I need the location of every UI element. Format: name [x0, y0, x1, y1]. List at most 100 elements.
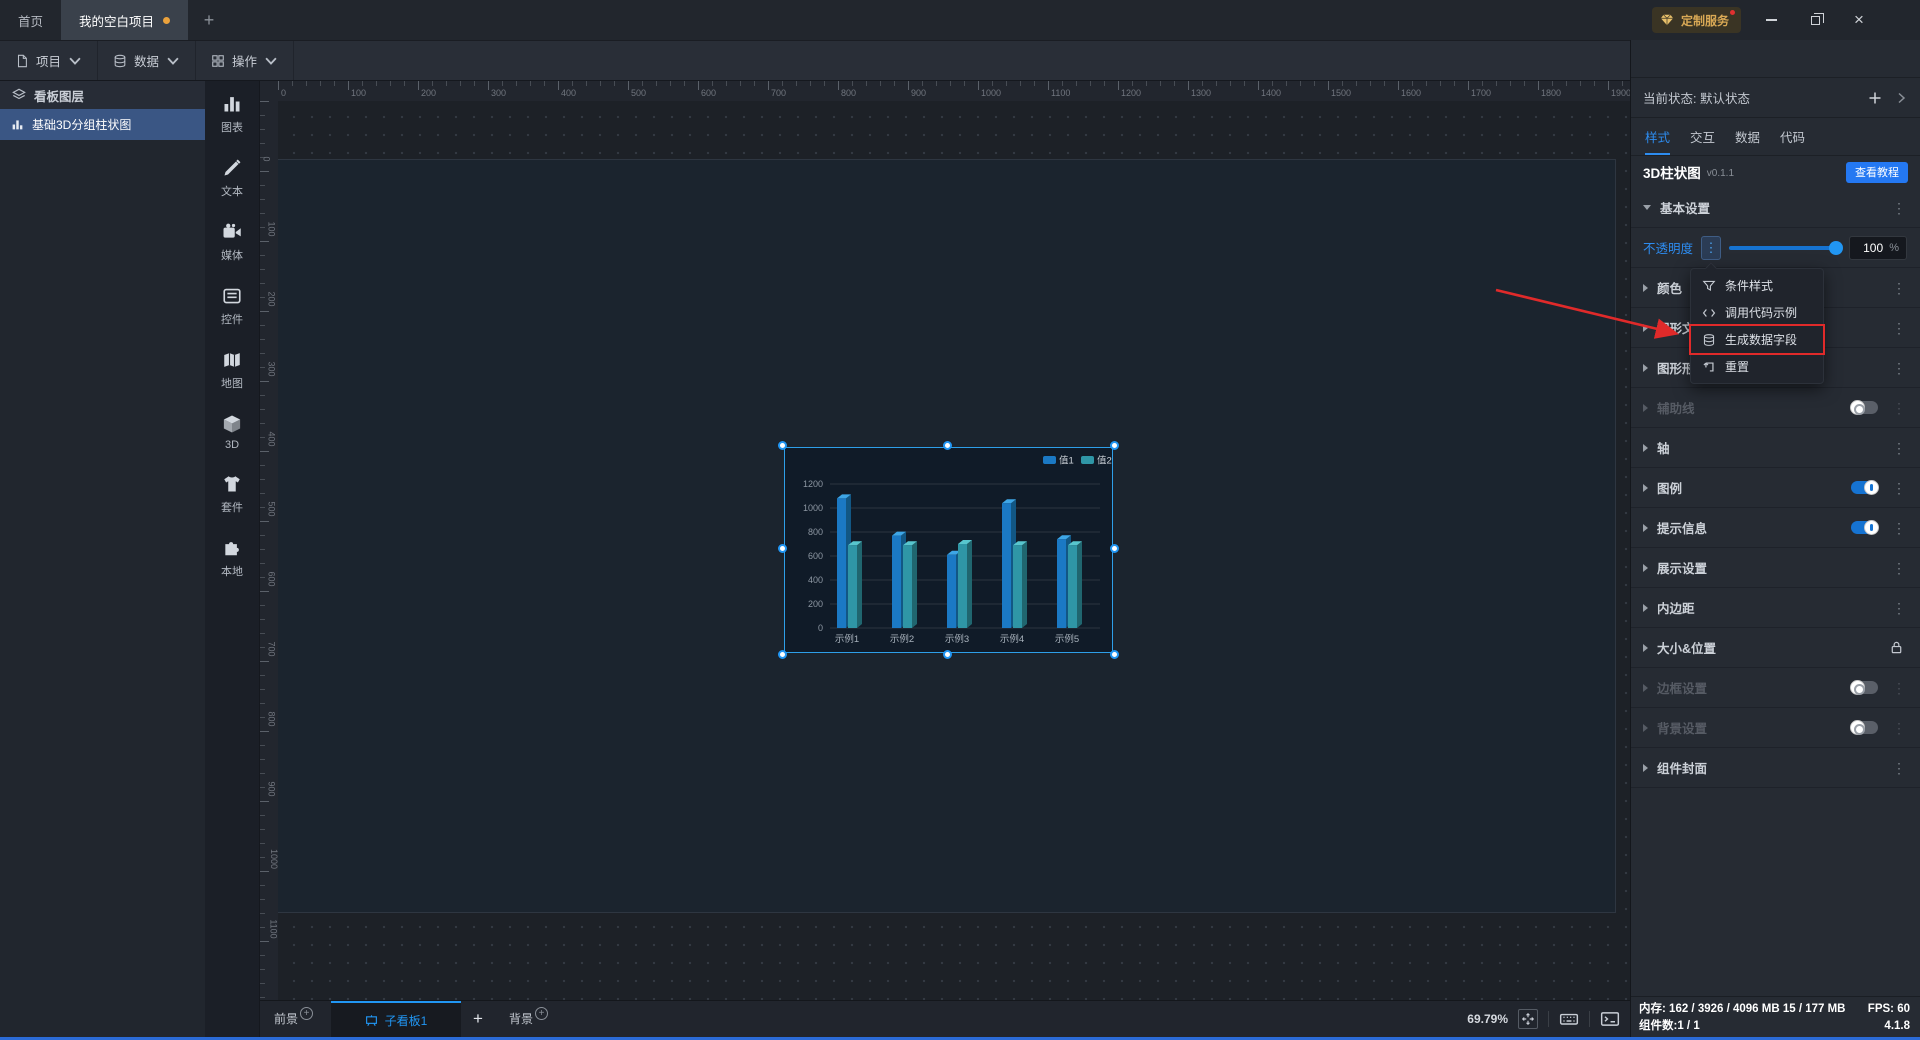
tutorial-button[interactable]: 查看教程: [1846, 161, 1908, 183]
section-menu-icon[interactable]: ⋮: [1888, 281, 1910, 295]
background-button[interactable]: 背景 +: [495, 1001, 558, 1037]
dock-item-套件[interactable]: 套件: [221, 474, 243, 515]
add-foreground-icon[interactable]: +: [300, 1007, 314, 1020]
section-menu-icon[interactable]: ⋮: [1888, 441, 1910, 455]
chevron-right-icon[interactable]: [1643, 683, 1648, 692]
section-menu-icon[interactable]: ⋮: [1888, 721, 1910, 735]
dock-item-图表[interactable]: 图表: [221, 94, 243, 135]
section-row-组件封面[interactable]: 组件封面 ⋮: [1631, 748, 1920, 788]
section-menu-icon[interactable]: ⋮: [1888, 481, 1910, 495]
opacity-menu-button[interactable]: ⋮: [1701, 235, 1721, 260]
chevron-right-icon[interactable]: [1643, 643, 1648, 652]
section-menu-icon[interactable]: ⋮: [1888, 561, 1910, 575]
opacity-slider[interactable]: [1729, 240, 1843, 255]
chevron-right-icon[interactable]: [1643, 603, 1648, 612]
context-menu-item-label: 重置: [1725, 360, 1750, 374]
section-menu-icon[interactable]: ⋮: [1888, 201, 1910, 215]
add-subboard-button[interactable]: +: [461, 1001, 495, 1037]
section-row-内边距[interactable]: 内边距 ⋮: [1631, 588, 1920, 628]
opacity-input[interactable]: 100%: [1849, 235, 1907, 260]
console-icon[interactable]: [1600, 1009, 1620, 1029]
chart-widget[interactable]: 0 200 400 600 800 1000 1200 示例1 示例2 示例3 示例4 示例5 值1 值2: [778, 441, 1119, 659]
menu-项目[interactable]: 项目: [0, 41, 99, 80]
section-row-轴[interactable]: 轴 ⋮: [1631, 428, 1920, 468]
section-toggle[interactable]: [1850, 400, 1878, 415]
section-toggle[interactable]: [1850, 680, 1878, 695]
section-row-展示设置[interactable]: 展示设置 ⋮: [1631, 548, 1920, 588]
context-menu-item-生成数据字段[interactable]: 生成数据字段: [1689, 324, 1825, 355]
new-tab-button[interactable]: +: [188, 0, 230, 40]
section-menu-icon[interactable]: ⋮: [1888, 321, 1910, 335]
inspector-tab-样式[interactable]: 样式: [1645, 118, 1671, 155]
project-tab[interactable]: 首页: [0, 0, 61, 40]
menu-数据[interactable]: 数据: [98, 41, 197, 80]
section-toggle[interactable]: [1851, 520, 1879, 535]
chevron-right-icon[interactable]: [1643, 723, 1648, 732]
context-menu-item-条件样式[interactable]: 条件样式: [1691, 272, 1823, 299]
resize-handle-middle-right[interactable]: [1110, 544, 1119, 553]
section-row-图例[interactable]: 图例 ⋮: [1631, 468, 1920, 508]
layer-item-selected[interactable]: 基础3D分组柱状图: [0, 109, 205, 140]
chevron-right-icon[interactable]: [1643, 483, 1648, 492]
section-menu-icon[interactable]: ⋮: [1888, 681, 1910, 695]
lock-icon[interactable]: [1889, 640, 1904, 655]
section-row-背景设置[interactable]: 背景设置 ⋮: [1631, 708, 1920, 748]
keyboard-shortcuts-icon[interactable]: [1559, 1009, 1579, 1029]
slider-knob[interactable]: [1829, 240, 1843, 255]
section-row-基本设置[interactable]: 基本设置 ⋮: [1631, 188, 1920, 228]
context-menu-item-重置[interactable]: 重置: [1691, 353, 1823, 380]
section-menu-icon[interactable]: ⋮: [1888, 361, 1910, 375]
section-menu-icon[interactable]: ⋮: [1888, 401, 1910, 415]
section-menu-icon[interactable]: ⋮: [1888, 601, 1910, 615]
subboard-tab-active[interactable]: 子看板1: [331, 1001, 462, 1037]
section-toggle[interactable]: [1851, 480, 1879, 495]
custom-service-button[interactable]: 定制服务: [1652, 7, 1742, 33]
dock-item-地图[interactable]: 地图: [221, 350, 243, 391]
dock-item-文本[interactable]: 文本: [221, 158, 243, 199]
dock-item-控件[interactable]: 控件: [221, 286, 243, 327]
add-state-icon[interactable]: [1868, 91, 1882, 105]
section-row-大小&位置[interactable]: 大小&位置: [1631, 628, 1920, 668]
chevron-right-icon[interactable]: [1643, 283, 1648, 292]
minimize-button[interactable]: [1752, 0, 1790, 40]
foreground-button[interactable]: 前景 +: [260, 1001, 323, 1037]
section-toggle[interactable]: [1850, 720, 1878, 735]
chevron-right-icon[interactable]: [1643, 363, 1648, 372]
chevron-right-icon[interactable]: [1643, 563, 1648, 572]
section-row-边框设置[interactable]: 边框设置 ⋮: [1631, 668, 1920, 708]
context-menu-item-调用代码示例[interactable]: 调用代码示例: [1691, 299, 1823, 326]
chevron-down-icon[interactable]: [1643, 205, 1651, 210]
section-row-提示信息[interactable]: 提示信息 ⋮: [1631, 508, 1920, 548]
ruler-label: 1400: [1261, 88, 1282, 98]
chevron-right-icon[interactable]: [1643, 523, 1648, 532]
restore-button[interactable]: [1796, 0, 1834, 40]
dock-item-本地[interactable]: 本地: [221, 538, 243, 579]
dock-item-媒体[interactable]: 媒体: [221, 222, 243, 263]
expand-states-icon[interactable]: [1894, 91, 1908, 105]
chevron-right-icon[interactable]: [1643, 443, 1648, 452]
inspector-tab-代码[interactable]: 代码: [1780, 118, 1805, 155]
resize-handle-top-right[interactable]: [1110, 441, 1119, 450]
resize-handle-middle-left[interactable]: [778, 544, 787, 553]
menu-操作[interactable]: 操作: [196, 41, 295, 80]
resize-handle-bottom-left[interactable]: [778, 650, 787, 659]
fit-screen-icon[interactable]: [1518, 1009, 1538, 1029]
inspector-tab-数据[interactable]: 数据: [1735, 118, 1760, 155]
canvas-view[interactable]: 0 200 400 600 800 1000 1200 示例1 示例2 示例3 示例4 示例5 值1 值2: [278, 101, 1630, 1000]
project-tab[interactable]: 我的空白项目: [61, 0, 189, 40]
dock-item-3D[interactable]: 3D: [222, 414, 242, 451]
design-board[interactable]: 0 200 400 600 800 1000 1200 示例1 示例2 示例3 示例4 示例5 值1 值2: [278, 159, 1616, 913]
close-button[interactable]: ×: [1840, 0, 1878, 40]
chevron-right-icon[interactable]: [1643, 403, 1648, 412]
section-row-辅助线[interactable]: 辅助线 ⋮: [1631, 388, 1920, 428]
add-background-icon[interactable]: +: [535, 1007, 549, 1020]
resize-handle-bottom-right[interactable]: [1110, 650, 1119, 659]
inspector-tab-交互[interactable]: 交互: [1690, 118, 1715, 155]
resize-handle-top-center[interactable]: [942, 441, 952, 450]
chevron-right-icon[interactable]: [1643, 763, 1648, 772]
section-menu-icon[interactable]: ⋮: [1888, 761, 1910, 775]
resize-handle-bottom-center[interactable]: [942, 650, 952, 659]
chevron-right-icon[interactable]: [1643, 323, 1648, 332]
section-menu-icon[interactable]: ⋮: [1888, 521, 1910, 535]
resize-handle-top-left[interactable]: [778, 441, 787, 450]
